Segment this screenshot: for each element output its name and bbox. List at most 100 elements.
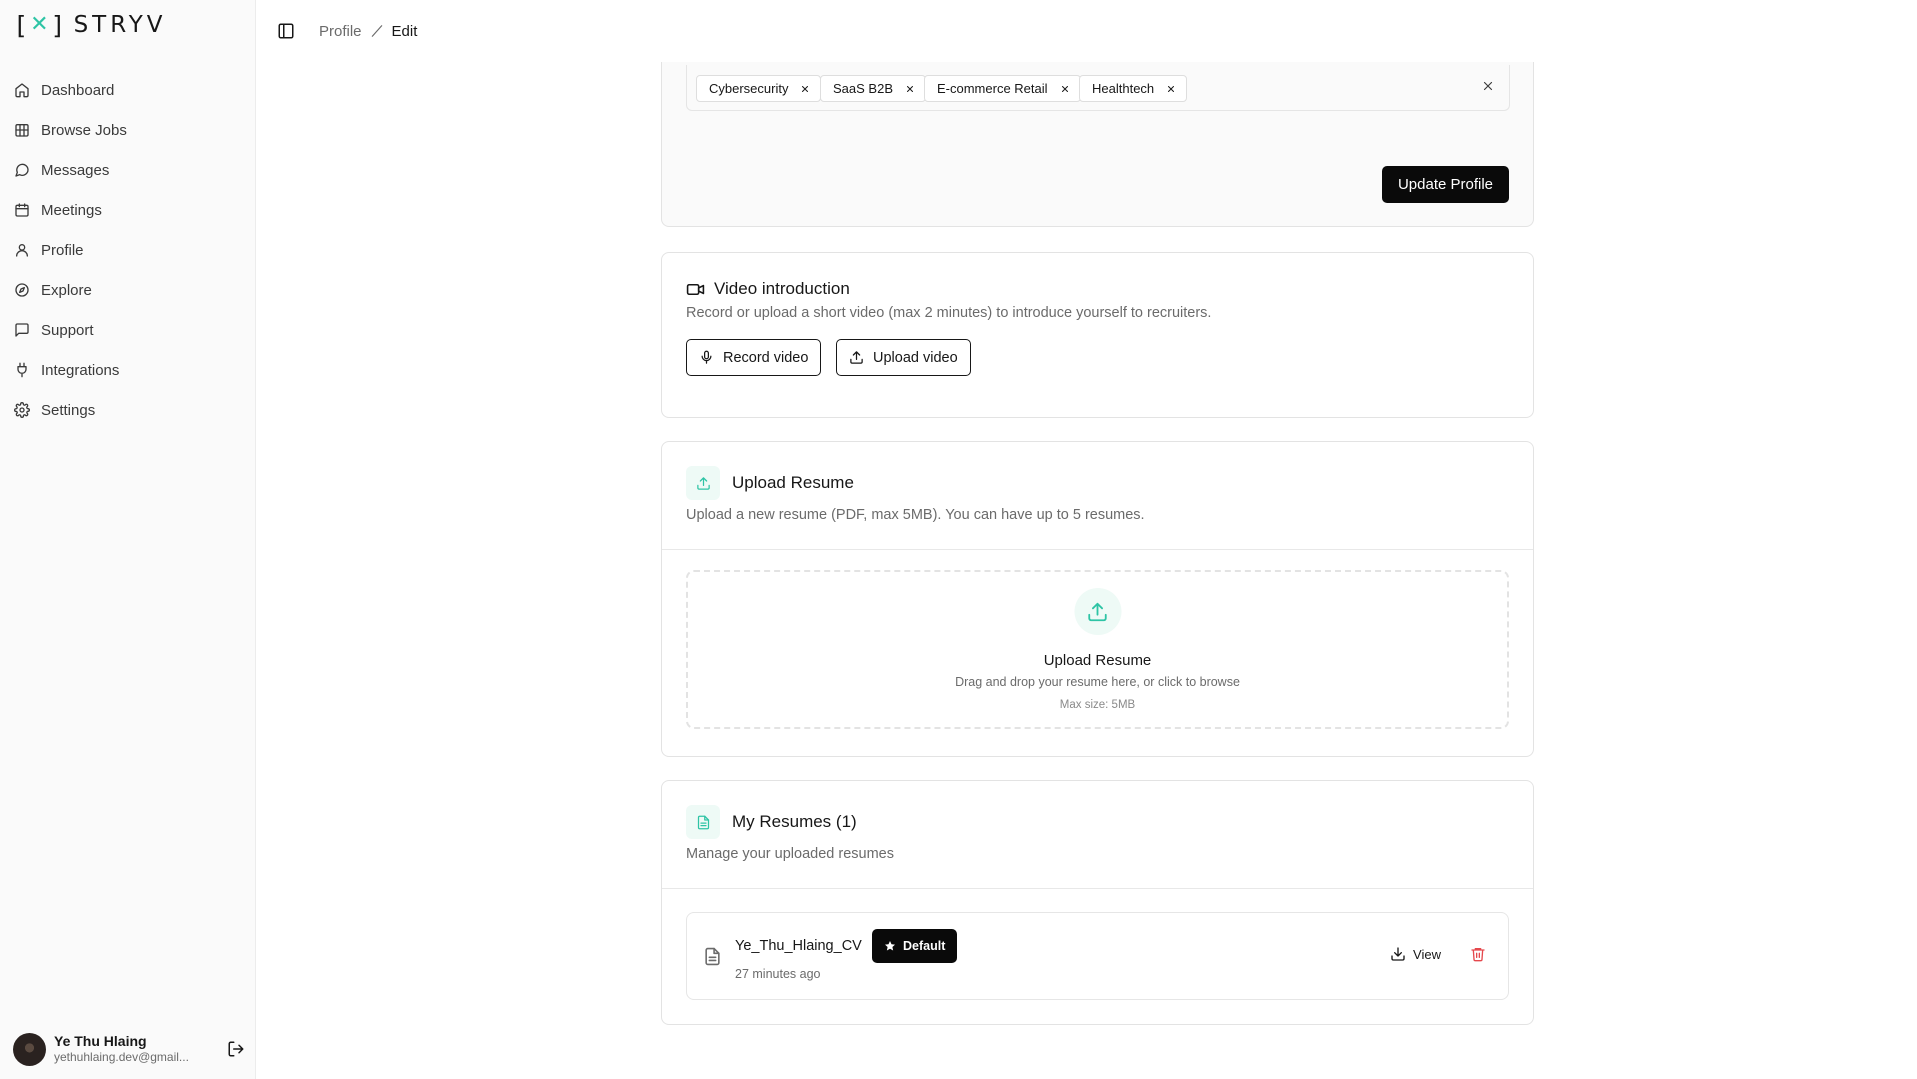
message-square-icon (15, 323, 29, 337)
tag-label: E-commerce Retail (937, 81, 1048, 96)
tag-chip: Healthtech (1079, 75, 1188, 102)
message-circle-icon (15, 163, 29, 177)
gear-icon (14, 402, 30, 418)
sidebar-item-label: Support (41, 321, 94, 339)
upload-icon (850, 351, 863, 364)
tag-label: Cybersecurity (709, 81, 789, 96)
sidebar-item-dashboard[interactable]: Dashboard (8, 70, 248, 110)
my-resumes-header: My Resumes (1) (686, 805, 857, 839)
record-video-button[interactable]: Record video (686, 339, 822, 376)
dropzone-max-size: Max size: 5MB (1059, 699, 1136, 711)
default-badge: Default (872, 929, 958, 963)
remove-tag-icon[interactable] (1060, 84, 1070, 94)
sidebar-item-label: Settings (41, 401, 96, 419)
sidebar-nav: Dashboard Browse Jobs Messages Meetings … (8, 70, 248, 430)
video-camera-icon (686, 283, 705, 295)
sidebar-item-label: Browse Jobs (41, 121, 127, 139)
my-resumes-card: My Resumes (1) Manage your uploaded resu… (661, 780, 1534, 1025)
update-profile-button[interactable]: Update Profile (1382, 166, 1509, 203)
dropzone-title: Upload Resume (1043, 652, 1152, 669)
divider (662, 549, 1533, 550)
tag-label: Healthtech (1092, 81, 1155, 96)
document-icon-badge (686, 805, 720, 839)
home-icon (15, 83, 29, 98)
view-resume-button[interactable]: View (1413, 947, 1441, 962)
star-icon (885, 941, 895, 951)
industry-tags-input[interactable]: Cybersecurity SaaS B2B E-commerce Retail… (686, 65, 1510, 111)
upload-resume-header: Upload Resume (686, 466, 854, 500)
list-item: Ye_Thu_Hlaing_CV Default 27 minutes ago … (686, 912, 1509, 1000)
brand-logo[interactable]: [✕] STRYV (13, 12, 167, 38)
user-profile[interactable]: Ye Thu Hlaing yethuhlaing.dev@gmail... (13, 1031, 245, 1067)
top-bar: Profile Edit (257, 0, 1917, 62)
avatar (13, 1032, 46, 1066)
breadcrumb-current: Edit (391, 22, 418, 40)
slash-separator-icon (371, 25, 382, 37)
microphone-icon (701, 350, 712, 364)
tag-label: SaaS B2B (833, 81, 893, 96)
sidebar-item-support[interactable]: Support (8, 310, 248, 350)
user-email: yethuhlaing.dev@gmail... (54, 1050, 189, 1064)
sidebar-item-profile[interactable]: Profile (8, 230, 248, 270)
record-video-label: Record video (723, 349, 809, 366)
default-badge-label: Default (903, 939, 946, 953)
user-icon (16, 244, 28, 257)
my-resumes-title: My Resumes (1) (732, 812, 857, 831)
file-text-icon (705, 947, 720, 966)
upload-resume-title: Upload Resume (732, 473, 854, 492)
tag-chip: SaaS B2B (820, 75, 926, 102)
user-info: Ye Thu Hlaing yethuhlaing.dev@gmail... (54, 1033, 215, 1065)
upload-resume-description: Upload a new resume (PDF, max 5MB). You … (686, 507, 1145, 523)
sidebar-item-meetings[interactable]: Meetings (8, 190, 248, 230)
sidebar-item-label: Dashboard (41, 81, 115, 99)
sidebar-item-explore[interactable]: Explore (8, 270, 248, 310)
resume-timestamp: 27 minutes ago (735, 967, 821, 981)
sidebar-item-label: Meetings (41, 201, 102, 219)
upload-video-label: Upload video (873, 349, 958, 366)
logout-icon[interactable] (227, 1040, 245, 1058)
sidebar-toggle-icon[interactable] (277, 22, 295, 40)
document-icon (697, 815, 709, 829)
building-icon (15, 124, 29, 137)
resume-name: Ye_Thu_Hlaing_CV (735, 938, 862, 954)
tag-chip: Cybersecurity (696, 75, 822, 102)
sidebar-item-label: Messages (41, 161, 110, 179)
breadcrumb-profile[interactable]: Profile (319, 23, 362, 40)
trash-icon[interactable] (1470, 946, 1486, 962)
resume-actions: View (1390, 946, 1486, 962)
my-resumes-description: Manage your uploaded resumes (686, 846, 894, 862)
breadcrumb: Profile Edit (319, 23, 417, 40)
video-title-text: Video introduction (714, 279, 850, 298)
video-description: Record or upload a short video (max 2 mi… (686, 305, 1212, 321)
resume-dropzone[interactable]: Upload Resume Drag and drop your resume … (686, 570, 1509, 729)
upload-icon (696, 476, 710, 490)
sidebar: [✕] STRYV Dashboard Browse Jobs Messages… (0, 0, 256, 1079)
calendar-icon (15, 203, 29, 217)
divider (662, 888, 1533, 889)
remove-tag-icon[interactable] (905, 84, 915, 94)
dropzone-icon-badge (1074, 588, 1121, 635)
upload-video-button[interactable]: Upload video (836, 339, 971, 376)
tag-chip: E-commerce Retail (924, 75, 1081, 102)
brand-name: STRYV (73, 12, 167, 38)
remove-tag-icon[interactable] (1166, 84, 1176, 94)
video-introduction-card: Video introduction Record or upload a sh… (661, 252, 1534, 418)
compass-icon (15, 283, 29, 297)
sidebar-item-label: Explore (41, 281, 92, 299)
remove-tag-icon[interactable] (800, 84, 810, 94)
logo-mark-icon: [✕] (13, 10, 66, 40)
user-name: Ye Thu Hlaing (54, 1033, 147, 1049)
sidebar-item-messages[interactable]: Messages (8, 150, 248, 190)
upload-icon-badge (686, 466, 720, 500)
clear-tags-icon[interactable] (1481, 79, 1495, 93)
sidebar-item-integrations[interactable]: Integrations (8, 350, 248, 390)
sidebar-item-label: Profile (41, 241, 84, 259)
upload-resume-card: Upload Resume Upload a new resume (PDF, … (661, 441, 1534, 757)
video-section-title: Video introduction (686, 279, 850, 299)
download-icon[interactable] (1390, 946, 1406, 962)
upload-icon (1088, 602, 1107, 621)
profile-form-card: Cybersecurity SaaS B2B E-commerce Retail… (661, 62, 1534, 227)
sidebar-item-browse-jobs[interactable]: Browse Jobs (8, 110, 248, 150)
dropzone-description: Drag and drop your resume here, or click… (955, 675, 1240, 689)
sidebar-item-settings[interactable]: Settings (8, 390, 248, 430)
